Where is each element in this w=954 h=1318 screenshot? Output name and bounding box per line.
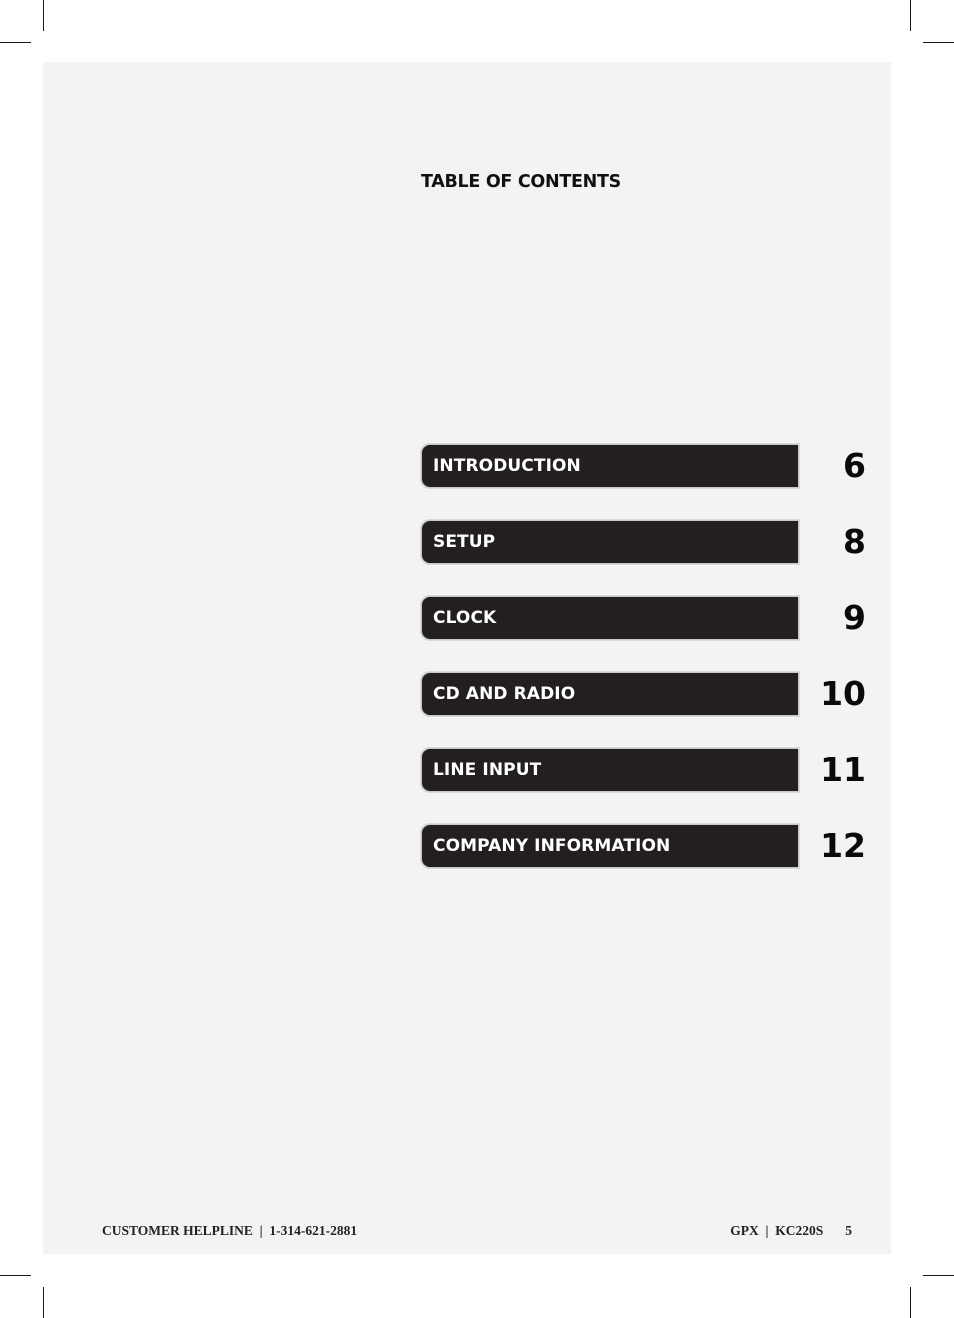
toc-entry-bar: CD AND RADIO [421,672,799,716]
toc-entry-clock[interactable]: CLOCK 9 [421,596,866,642]
toc-entry-label: SETUP [433,532,496,552]
toc-entry-label: COMPANY INFORMATION [433,836,671,856]
toc-entry-page-number: 6 [843,446,866,485]
toc-entry-label: CD AND RADIO [433,684,576,704]
crop-mark-top-left-vertical [43,0,44,31]
toc-entry-page-number: 9 [843,598,866,637]
toc-entry-bar: INTRODUCTION [421,444,799,488]
footer-product-info: GPX | KC220S 5 [730,1223,852,1239]
crop-mark-bottom-right-horizontal [923,1275,954,1276]
toc-entry-bar: CLOCK [421,596,799,640]
crop-mark-bottom-left-horizontal [0,1275,31,1276]
crop-mark-top-right-vertical [910,0,911,31]
crop-mark-top-left-horizontal [0,42,31,43]
toc-entry-line-input[interactable]: LINE INPUT 11 [421,748,866,794]
crop-mark-bottom-right-vertical [910,1287,911,1318]
footer-product: GPX | KC220S [730,1223,824,1238]
toc-entry-company-information[interactable]: COMPANY INFORMATION 12 [421,824,866,870]
toc-entry-bar: COMPANY INFORMATION [421,824,799,868]
toc-entry-bar: LINE INPUT [421,748,799,792]
toc-entry-bar: SETUP [421,520,799,564]
toc-entry-label: CLOCK [433,608,497,628]
toc-entry-label: INTRODUCTION [433,456,581,476]
toc-entry-cd-and-radio[interactable]: CD AND RADIO 10 [421,672,866,718]
toc-entry-setup[interactable]: SETUP 8 [421,520,866,566]
crop-mark-bottom-left-vertical [43,1287,44,1318]
toc-entry-introduction[interactable]: INTRODUCTION 6 [421,444,866,490]
toc-entry-label: LINE INPUT [433,760,542,780]
toc-list: INTRODUCTION 6 SETUP 8 CLOCK 9 CD AND RA… [421,444,866,900]
page-title: TABLE OF CONTENTS [421,172,621,192]
crop-mark-top-right-horizontal [923,42,954,43]
footer-helpline: CUSTOMER HELPLINE | 1-314-621-2881 [102,1223,358,1238]
footer-page-number: 5 [845,1223,852,1238]
toc-entry-page-number: 8 [843,522,866,561]
toc-entry-page-number: 11 [820,750,866,789]
toc-entry-page-number: 12 [820,826,866,865]
manual-page: TABLE OF CONTENTS INTRODUCTION 6 SETUP 8… [43,62,891,1254]
toc-entry-page-number: 10 [820,674,866,713]
